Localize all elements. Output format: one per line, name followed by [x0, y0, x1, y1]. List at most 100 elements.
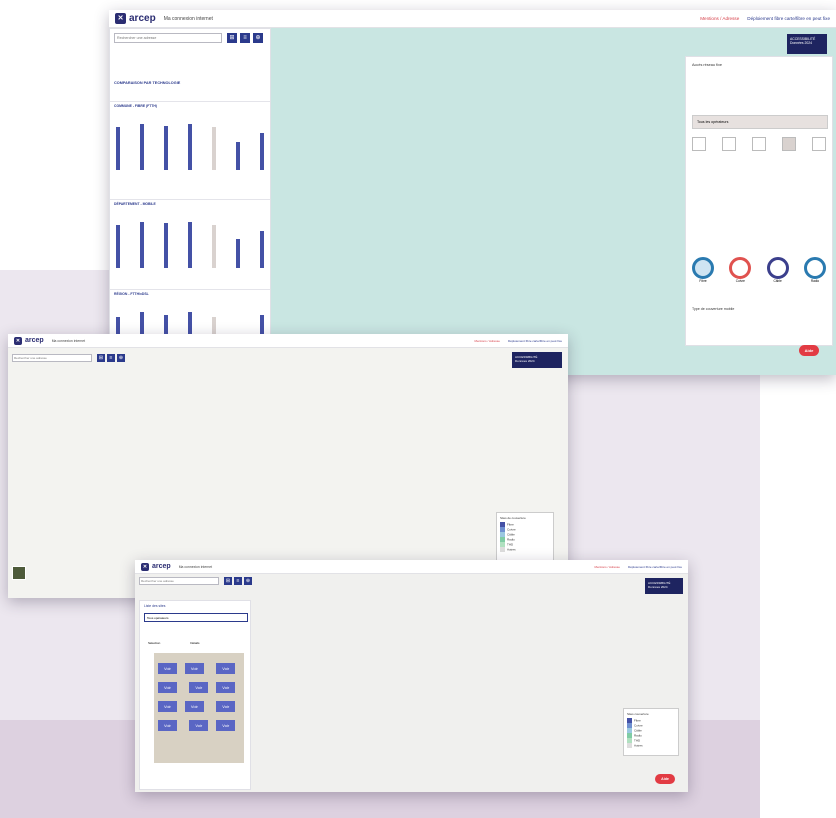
techno-row: Fibre Cuivre Câble Radio — [692, 257, 826, 283]
sidebar-header: COMPARAISON PAR TECHNOLOGIE — [114, 81, 181, 85]
techno-radio-label: Radio — [810, 279, 820, 283]
site-button[interactable]: Voir — [189, 720, 209, 731]
logo-text: arcep — [25, 337, 44, 344]
accessibility-box[interactable]: ACCESSIBILITÉ Données 2024 — [512, 352, 562, 368]
legend-item-label: Fibre — [634, 718, 641, 723]
legend-item-label: Autres — [634, 743, 643, 748]
site-button[interactable]: Voir — [158, 701, 177, 712]
nav-button-3[interactable]: ⊕ — [244, 577, 252, 585]
techno-cuivre[interactable]: Cuivre — [729, 257, 752, 283]
legend-item: Autres — [500, 547, 550, 552]
operators-select[interactable]: Tous les opérateurs — [692, 115, 828, 129]
chart-bar — [260, 230, 264, 268]
chart-bar — [116, 127, 120, 170]
chart-bar — [236, 142, 240, 170]
tab-details[interactable]: Détails — [190, 641, 199, 645]
legend-item: Autres — [627, 743, 675, 748]
logo[interactable]: ✕ arcep — [115, 13, 156, 24]
top-bar: ✕ arcep Ma connexion internet Mentions /… — [8, 334, 568, 348]
nav-button-3[interactable]: ⊕ — [253, 33, 263, 43]
site-button[interactable]: Voir — [184, 701, 204, 712]
logo-mark-icon: ✕ — [14, 336, 22, 345]
link-mentions[interactable]: Mentions / Adresse — [474, 339, 500, 343]
legend-title: Sites de couverture — [500, 516, 526, 520]
chart-card-2: DÉPARTEMENT - MOBILE — [110, 199, 270, 289]
link-deploiement[interactable]: Déploiement fibre carte/fibre en peut fi… — [628, 565, 682, 569]
nav-button-2[interactable]: ≡ — [107, 354, 115, 362]
site-button[interactable]: Voir — [216, 720, 236, 731]
accessibility-box[interactable]: ACCESSIBILITÉ Données 2024 — [787, 34, 827, 54]
nav-button-2[interactable]: ≡ — [240, 33, 250, 43]
help-button[interactable]: Aide — [799, 345, 819, 356]
chart-bar — [116, 224, 120, 268]
site-button[interactable]: Voir — [216, 663, 236, 674]
tab-selection[interactable]: Sélection — [148, 641, 160, 645]
map-legend: Sites couverture Fibre Cuivre Câble Radi… — [623, 708, 679, 756]
nav-button-2[interactable]: ≡ — [234, 577, 242, 585]
header-links: Mentions / Adresse Déploiement fibre car… — [700, 16, 830, 21]
chart-card-title: RÉGION - FTTH/xDSL — [114, 292, 149, 296]
techno-radio[interactable]: Radio — [803, 257, 826, 283]
map-legend: Sites de couverture Fibre Cuivre Câble R… — [496, 512, 554, 562]
operator-button-selected[interactable] — [782, 137, 796, 151]
sites-filter[interactable]: Tous opérateurs — [144, 613, 248, 622]
right-panel: Accès réseau fixe Tous les opérateurs Fi… — [685, 56, 833, 346]
screenshot-1: ✕ arcep Ma connexion internet Mentions /… — [109, 10, 836, 375]
tabs-row: Sélection Détails — [148, 641, 200, 645]
operator-button[interactable] — [752, 137, 766, 151]
logo-mark-icon: ✕ — [115, 13, 126, 24]
legend-item-label: Radio — [507, 537, 515, 542]
site-button[interactable]: Voir — [158, 663, 177, 674]
search-input[interactable]: Rechercher une adresse — [12, 354, 92, 362]
link-deploiement[interactable]: Déploiement fibre carte/fibre en peut fi… — [508, 339, 562, 343]
sites-panel: Liste des sites Tous opérateurs Sélectio… — [139, 600, 251, 790]
coverage-map-2[interactable] — [8, 334, 568, 598]
nav-button-1[interactable]: ⊞ — [97, 354, 105, 362]
techno-cable[interactable]: Câble — [766, 257, 789, 283]
logo-text: arcep — [129, 13, 156, 24]
chart-bar — [188, 222, 192, 268]
nav-button-3[interactable]: ⊕ — [117, 354, 125, 362]
techno-fibre-label: Fibre — [699, 279, 707, 283]
site-button[interactable]: Voir — [216, 682, 236, 693]
legend-item-label: Autres — [507, 547, 516, 552]
stage: »1 ✕ arcep Ma connexion internet Mention… — [0, 0, 836, 818]
site-button[interactable]: Voir — [158, 682, 177, 693]
operator-button[interactable] — [722, 137, 736, 151]
link-deploiement[interactable]: Déploiement fibre carte/fibre en peut fi… — [747, 16, 830, 21]
chart-bar — [212, 127, 216, 170]
logo[interactable]: ✕ arcep — [141, 562, 171, 571]
nav-button-1[interactable]: ⊞ — [224, 577, 232, 585]
chart-bar — [260, 133, 264, 170]
accessibility-sub: Données 2024 — [515, 359, 535, 363]
chart-bars — [116, 218, 264, 268]
search-input[interactable]: Rechercher une adresse — [114, 33, 222, 43]
site-button[interactable]: Voir — [216, 701, 236, 712]
site-button[interactable]: Voir — [189, 682, 209, 693]
accessibility-box[interactable]: ACCESSIBILITÉ Données 2024 — [645, 578, 683, 594]
link-mentions[interactable]: Mentions / Adresse — [700, 16, 739, 21]
operator-button[interactable] — [812, 137, 826, 151]
right-panel-footer: Type de couverture mobile — [692, 307, 735, 311]
search-row: Rechercher une adresse ⊞ ≡ ⊕ — [114, 33, 263, 43]
search-row: Rechercher une adresse ⊞ ≡ ⊕ — [139, 577, 252, 585]
techno-cuivre-label: Cuivre — [735, 279, 745, 283]
chart-bar — [236, 239, 240, 268]
search-row: Rechercher une adresse ⊞ ≡ ⊕ — [12, 354, 125, 362]
top-bar: ✕ arcep Ma connexion internet Mentions /… — [135, 560, 688, 574]
chart-card-title: DÉPARTEMENT - MOBILE — [114, 202, 156, 206]
header-links: Mentions / Adresse Déploiement fibre car… — [594, 565, 682, 569]
left-sidebar: Rechercher une adresse ⊞ ≡ ⊕ COMPARAISON… — [109, 28, 271, 375]
logo[interactable]: ✕ arcep — [14, 336, 44, 345]
accessibility-sub: Données 2024 — [648, 585, 668, 589]
help-button[interactable]: Aide — [655, 774, 675, 784]
site-button[interactable]: Voir — [184, 663, 204, 674]
link-mentions[interactable]: Mentions / Adresse — [594, 565, 620, 569]
techno-fibre[interactable]: Fibre — [692, 257, 714, 283]
operator-button[interactable] — [692, 137, 706, 151]
minimap-thumbnail[interactable] — [12, 566, 26, 580]
nav-button-1[interactable]: ⊞ — [227, 33, 237, 43]
chart-bar — [188, 124, 192, 170]
search-input[interactable]: Rechercher une adresse — [139, 577, 219, 585]
site-button[interactable]: Voir — [158, 720, 177, 731]
